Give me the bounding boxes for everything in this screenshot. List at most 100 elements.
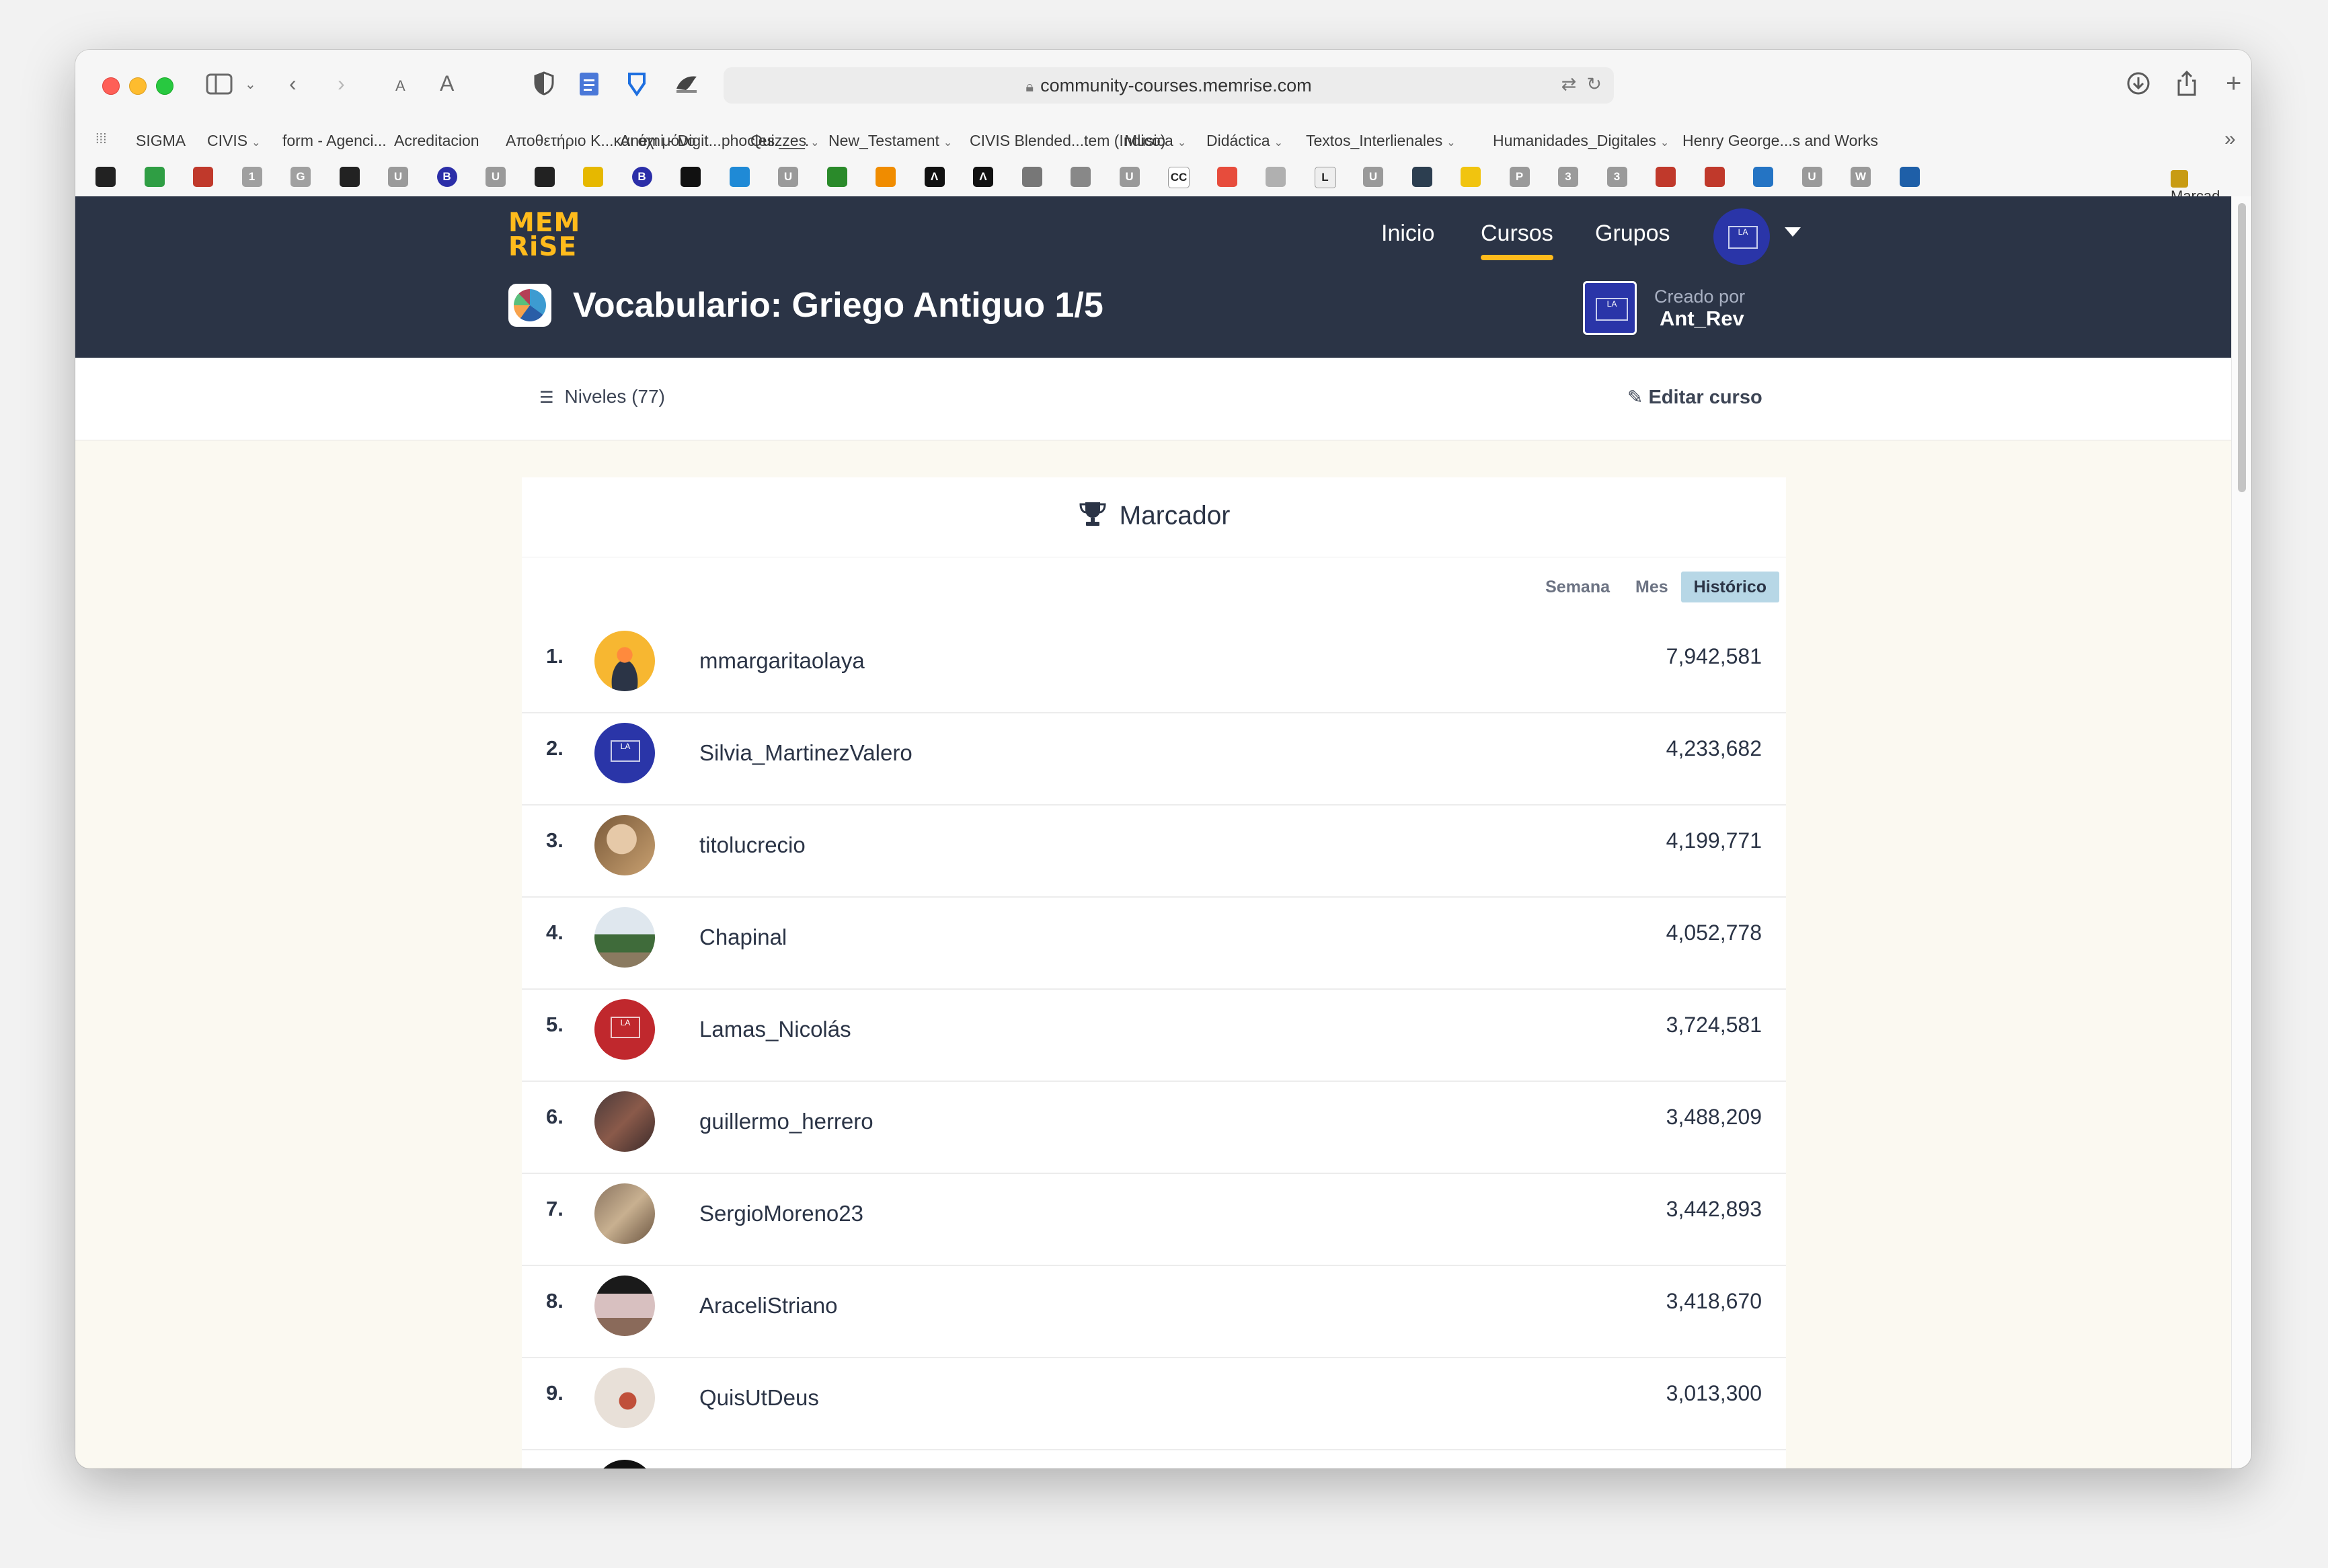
scrollbar-thumb[interactable] bbox=[2238, 203, 2246, 492]
favicon-icon[interactable] bbox=[1899, 167, 1920, 187]
username-link[interactable]: Chapinal bbox=[699, 925, 787, 950]
downloads-icon[interactable] bbox=[2126, 71, 2150, 102]
username-link[interactable]: QuisUtDeus bbox=[699, 1385, 819, 1411]
bookmark-8[interactable]: New_Testament ⌄ bbox=[828, 132, 952, 150]
bookmark-icon-3[interactable]: U bbox=[388, 167, 408, 187]
user-avatar[interactable] bbox=[594, 1368, 655, 1428]
bookmark-10[interactable]: Musica ⌄ bbox=[1124, 132, 1186, 150]
share-icon[interactable] bbox=[2176, 70, 2198, 103]
username-link[interactable]: AraceliStriano bbox=[699, 1293, 837, 1319]
user-avatar-menu[interactable]: LA bbox=[1713, 208, 1770, 265]
more-bookmarks-icon[interactable]: » bbox=[2224, 128, 2236, 151]
favicon-icon[interactable] bbox=[1753, 167, 1773, 187]
favicon-icon[interactable] bbox=[1411, 167, 1432, 187]
back-icon[interactable]: ‹ bbox=[289, 70, 297, 97]
user-avatar[interactable] bbox=[594, 1091, 655, 1152]
bookmark-icon-7[interactable]: U bbox=[778, 167, 798, 187]
bookmark-3[interactable]: form - Agenci... bbox=[282, 132, 387, 150]
text-smaller-icon[interactable]: A bbox=[395, 73, 405, 100]
shield-icon[interactable] bbox=[533, 71, 555, 102]
sidebar-toggle-icon[interactable] bbox=[206, 73, 233, 102]
edit-course-link[interactable]: ✎ Editar curso bbox=[1627, 386, 1762, 409]
bookmark-icon-17[interactable]: U bbox=[1801, 167, 1822, 187]
favicon-icon[interactable] bbox=[534, 167, 555, 187]
creator-avatar[interactable]: LA bbox=[1583, 281, 1637, 335]
bookmark-icon-9[interactable]: Λ bbox=[973, 167, 993, 187]
user-avatar[interactable] bbox=[594, 631, 655, 691]
bookmark-icon-16[interactable]: 3 bbox=[1606, 167, 1627, 187]
user-avatar[interactable] bbox=[594, 815, 655, 875]
page-scrollbar[interactable] bbox=[2231, 196, 2251, 1468]
zoom-window-button[interactable] bbox=[156, 77, 173, 95]
bookmark-icon-6[interactable]: B bbox=[631, 167, 652, 187]
nav-inicio[interactable]: Inicio bbox=[1381, 221, 1434, 247]
chevron-down-icon[interactable]: ⌄ bbox=[245, 71, 256, 98]
user-avatar[interactable] bbox=[594, 1276, 655, 1336]
bookmark-icon-18[interactable]: W bbox=[1851, 167, 1871, 187]
bookmark-icon-2[interactable]: G bbox=[290, 167, 311, 187]
tab-mes[interactable]: Mes bbox=[1623, 572, 1681, 602]
favicon-icon[interactable] bbox=[681, 167, 701, 187]
apps-grid-icon[interactable]: ⁞⁞⁞ bbox=[95, 132, 107, 147]
levels-link[interactable]: ☰ Niveles (77) bbox=[539, 386, 665, 407]
user-avatar[interactable] bbox=[594, 907, 655, 968]
favicon-icon[interactable] bbox=[1021, 167, 1042, 187]
favicon-icon[interactable] bbox=[339, 167, 360, 187]
document-extension-icon[interactable] bbox=[578, 71, 600, 103]
nav-grupos[interactable]: Grupos bbox=[1595, 221, 1670, 247]
minimize-window-button[interactable] bbox=[129, 77, 147, 95]
favicon-icon[interactable] bbox=[729, 167, 750, 187]
text-larger-icon[interactable]: A bbox=[440, 70, 454, 97]
username-link[interactable]: Lamas_Nicolás bbox=[699, 1017, 851, 1042]
new-tab-icon[interactable]: + bbox=[2226, 70, 2241, 97]
favicon-icon[interactable] bbox=[1216, 167, 1237, 187]
favicon-icon[interactable] bbox=[193, 167, 213, 187]
caret-down-icon[interactable] bbox=[1785, 227, 1801, 237]
bookmark-icon-10[interactable]: U bbox=[1119, 167, 1140, 187]
address-bar[interactable]: 🔒︎ community-courses.memrise.com ⇄ ↻ bbox=[724, 67, 1614, 104]
link-extension-icon[interactable] bbox=[625, 71, 648, 103]
username-link[interactable]: SergioMoreno23 bbox=[699, 1201, 863, 1226]
favicon-icon[interactable] bbox=[95, 167, 116, 187]
bookmark-4[interactable]: Acreditacion bbox=[394, 132, 479, 150]
memrise-logo[interactable]: MEM RiSE bbox=[508, 210, 580, 265]
user-avatar[interactable]: LA bbox=[594, 723, 655, 783]
bookmark-2[interactable]: CIVIS ⌄ bbox=[207, 132, 260, 150]
favicon-icon[interactable] bbox=[1656, 167, 1676, 187]
bookmark-11[interactable]: Didáctica ⌄ bbox=[1206, 132, 1283, 150]
bookmark-12[interactable]: Textos_Interlienales ⌄ bbox=[1306, 132, 1456, 150]
nav-cursos[interactable]: Cursos bbox=[1481, 221, 1553, 260]
bookmark-icon-11[interactable]: CC bbox=[1168, 167, 1190, 188]
username-link[interactable]: guillermo_herrero bbox=[699, 1109, 874, 1134]
bookmark-icon-1[interactable]: 1 bbox=[241, 167, 262, 187]
translate-icon[interactable]: ⇄ bbox=[1561, 74, 1577, 94]
bookmark-icon-14[interactable]: P bbox=[1509, 167, 1530, 187]
bookmark-icon-12[interactable]: L bbox=[1314, 167, 1336, 188]
tab-historico[interactable]: Histórico bbox=[1680, 572, 1779, 602]
favicon-icon[interactable] bbox=[1461, 167, 1481, 187]
username-link[interactable]: mmargaritaolaya bbox=[699, 648, 865, 674]
bookmark-icon-4[interactable]: B bbox=[436, 167, 457, 187]
favicon-icon[interactable] bbox=[144, 167, 165, 187]
bookmark-icon-13[interactable]: U bbox=[1363, 167, 1383, 187]
bookmark-icon-8[interactable]: Λ bbox=[924, 167, 945, 187]
user-avatar[interactable] bbox=[594, 1460, 655, 1468]
favicon-icon[interactable] bbox=[1704, 167, 1725, 187]
username-link[interactable]: titolucrecio bbox=[699, 832, 806, 858]
bird-extension-icon[interactable] bbox=[674, 71, 699, 102]
bookmark-1[interactable]: SIGMA bbox=[136, 132, 186, 150]
forward-icon[interactable]: › bbox=[338, 70, 345, 97]
reload-icon[interactable]: ↻ bbox=[1586, 74, 1602, 94]
close-window-button[interactable] bbox=[102, 77, 120, 95]
user-avatar[interactable] bbox=[594, 1183, 655, 1244]
favicon-icon[interactable] bbox=[876, 167, 896, 187]
tab-semana[interactable]: Semana bbox=[1532, 572, 1623, 602]
bookmark-icon-15[interactable]: 3 bbox=[1558, 167, 1578, 187]
favicon-icon[interactable] bbox=[1266, 167, 1286, 187]
bookmark-icon-5[interactable]: U bbox=[486, 167, 506, 187]
favicon-icon[interactable] bbox=[583, 167, 603, 187]
user-avatar[interactable]: LA bbox=[594, 999, 655, 1060]
creator-name-link[interactable]: Ant_Rev bbox=[1660, 307, 1744, 331]
username-link[interactable]: Silvia_MartinezValero bbox=[699, 740, 913, 766]
bookmark-13[interactable]: Humanidades_Digitales ⌄ bbox=[1493, 132, 1669, 150]
